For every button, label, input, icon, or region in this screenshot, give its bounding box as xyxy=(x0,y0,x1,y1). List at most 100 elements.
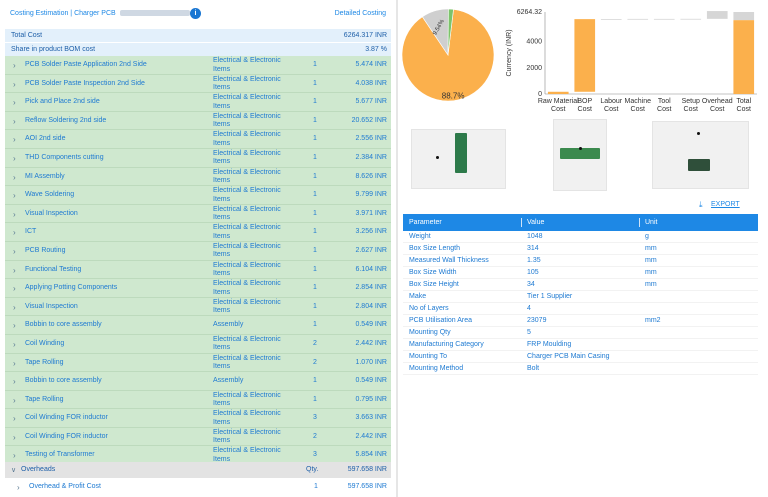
process-qty: 1 xyxy=(313,98,317,106)
parameter-row: Box Size Height 34 mm xyxy=(403,279,758,291)
detailed-costing-link[interactable]: Detailed Costing xyxy=(335,10,386,17)
parameter-row: Measured Wall Thickness 1.35 mm xyxy=(403,255,758,267)
table-row[interactable]: › Visual Inspection Electrical & Electroni… xyxy=(5,297,391,317)
bom-share-label: Share in product BOM cost xyxy=(11,46,96,53)
x-tick-label: Cost xyxy=(578,106,592,113)
parameter-row: Mounting Method Bolt xyxy=(403,363,758,375)
parameter-name: Measured Wall Thickness xyxy=(409,257,489,264)
overheads-group-header[interactable]: ∨ Overheads Qty. 597.658 INR xyxy=(5,462,391,478)
parameter-value: 4 xyxy=(527,305,531,312)
process-qty: 1 xyxy=(313,228,317,236)
parameter-table-body: Weight 1048 g Box Size Length 314 mm Measured … xyxy=(403,231,758,375)
chevron-right-icon: › xyxy=(13,61,16,70)
parameter-value: 105 xyxy=(527,269,539,276)
table-row[interactable]: › Tape Rolling Electrical & Electronic Ite… xyxy=(5,353,391,373)
table-row[interactable]: › Visual Inspection Electrical & Electroni… xyxy=(5,204,391,224)
x-tick-label: Cost xyxy=(657,106,671,113)
table-row[interactable]: › Coil Winding Electrical & Electronic Ite… xyxy=(5,334,391,354)
chevron-right-icon: › xyxy=(13,339,16,349)
total-cost-value: 6264.317 INR xyxy=(343,32,387,39)
export-button[interactable]: EXPORT xyxy=(711,201,740,208)
table-row[interactable]: › Functional Testing Electrical & Electron… xyxy=(5,260,391,280)
overhead-profit-row[interactable]: › Overhead & Profit Cost 1 597.658 INR xyxy=(5,479,391,495)
x-tick-label: Labour xyxy=(600,98,622,105)
table-row[interactable]: › MI Assembly Electrical & Electronic Item… xyxy=(5,167,391,187)
process-category: Electrical & Electronic Items xyxy=(213,149,281,166)
table-row[interactable]: › ICT Electrical & Electronic Items 1 3.256 … xyxy=(5,223,391,242)
process-category: Electrical & Electronic Items xyxy=(213,224,281,240)
chevron-right-icon: › xyxy=(13,191,16,201)
x-tick-label: Overhead xyxy=(702,98,733,105)
info-icon[interactable]: i xyxy=(190,8,201,19)
table-row[interactable]: › Applying Potting Components Electrical &… xyxy=(5,279,391,298)
parameter-name: No of Layers xyxy=(409,305,449,312)
table-row[interactable]: › PCB Solder Paste Inspection 2nd Side Ele… xyxy=(5,74,391,94)
download-icon[interactable]: ⤓ xyxy=(699,200,703,210)
process-name: Coil Winding xyxy=(25,339,65,347)
process-cost: 2.556 INR xyxy=(355,135,387,143)
parameter-name: Box Size Width xyxy=(409,269,457,276)
process-name: ICT xyxy=(25,228,37,236)
table-row[interactable]: › PCB Solder Paste Application 2nd Side El… xyxy=(5,56,391,75)
table-row[interactable]: › Tape Rolling Electrical & Electronic Ite… xyxy=(5,390,391,410)
chevron-right-icon: › xyxy=(13,246,16,256)
table-row[interactable]: › Pick and Place 2nd side Electrical & Ele… xyxy=(5,93,391,112)
process-category: Electrical & Electronic Items xyxy=(213,205,281,222)
summary-panel: 88.7% 9.54% 6264.32 0 2000 4000 Currency (INR… xyxy=(399,0,768,497)
table-row[interactable]: › Coil Winding FOR inductor Electrical & E… xyxy=(5,409,391,428)
product-photo-1[interactable] xyxy=(411,129,506,189)
product-photo-3[interactable] xyxy=(652,121,749,189)
product-photo-2[interactable] xyxy=(553,119,607,191)
bar-overhead xyxy=(706,11,728,19)
chevron-right-icon: › xyxy=(13,377,16,387)
process-category: Electrical & Electronic Items xyxy=(213,187,281,203)
bom-share-row: Share in product BOM cost 3.87 % xyxy=(5,43,391,56)
table-row[interactable]: › Wave Soldering Electrical & Electronic I… xyxy=(5,186,391,205)
parameter-unit: mm xyxy=(645,281,657,288)
table-row[interactable]: › AOI 2nd side Electrical & Electronic Ite… xyxy=(5,130,391,149)
breadcrumb-text: Costing Estimation | Charger PCB xyxy=(10,10,116,17)
process-name: Bobbin to core assembly xyxy=(25,377,102,385)
process-qty: 3 xyxy=(313,414,317,422)
x-tick-label: Total xyxy=(736,98,751,105)
bar xyxy=(627,18,649,20)
pane-divider[interactable] xyxy=(396,0,398,497)
x-tick-label: BOP xyxy=(577,98,592,105)
qty-header: Qty. xyxy=(306,466,319,473)
breadcrumb[interactable]: Costing Estimation | Charger PCB xyxy=(10,10,190,17)
parameter-name: Manufacturing Category xyxy=(409,341,484,348)
process-category: Electrical & Electronic Items xyxy=(213,131,281,147)
chevron-right-icon: › xyxy=(13,414,16,424)
process-name: Tape Rolling xyxy=(25,395,64,403)
process-cost: 0.549 INR xyxy=(355,377,387,385)
parameter-value: Charger PCB Main Casing xyxy=(527,353,610,360)
table-row[interactable]: › Bobbin to core assembly Assembly 1 0.549 I… xyxy=(5,372,391,391)
x-tick-label: Raw Material xyxy=(538,98,579,105)
bar xyxy=(574,19,596,92)
process-qty: 2 xyxy=(313,339,317,347)
chevron-right-icon: › xyxy=(13,209,16,219)
process-cost: 20.652 INR xyxy=(351,116,387,124)
parameter-unit: mm xyxy=(645,257,657,264)
pie-slice-label: 88.7% xyxy=(442,91,465,100)
process-category: Electrical & Electronic Items xyxy=(213,168,281,185)
chevron-right-icon: › xyxy=(13,79,16,89)
cost-breakdown-bar-chart: 6264.32 0 2000 4000 Currency (INR) Raw Materi… xyxy=(506,9,757,113)
process-qty: 1 xyxy=(313,209,317,217)
process-cost: 3.971 INR xyxy=(355,209,387,217)
table-row[interactable]: › Bobbin to core assembly Assembly 1 0.549 I… xyxy=(5,316,391,335)
process-cost: 2.804 INR xyxy=(355,302,387,310)
process-category: Electrical & Electronic Items xyxy=(213,428,281,445)
table-row[interactable]: › THD Components cutting Electrical & Elec… xyxy=(5,148,391,168)
chevron-right-icon: › xyxy=(13,302,16,312)
chevron-right-icon: › xyxy=(13,116,16,126)
table-row[interactable]: › Reflow Soldering 2nd side Electrical & E… xyxy=(5,111,391,131)
process-cost: 2.854 INR xyxy=(355,284,387,292)
process-name: PCB Solder Paste Inspection 2nd Side xyxy=(25,79,145,87)
x-tick-label: Tool xyxy=(658,98,671,105)
process-cost: 5.474 INR xyxy=(355,61,387,68)
table-row[interactable]: › Coil Winding FOR inductor Electrical & E… xyxy=(5,427,391,447)
process-cost: 8.626 INR xyxy=(355,172,387,180)
parameter-row: Box Size Length 314 mm xyxy=(403,243,758,255)
table-row[interactable]: › PCB Routing Electrical & Electronic Item… xyxy=(5,241,391,261)
